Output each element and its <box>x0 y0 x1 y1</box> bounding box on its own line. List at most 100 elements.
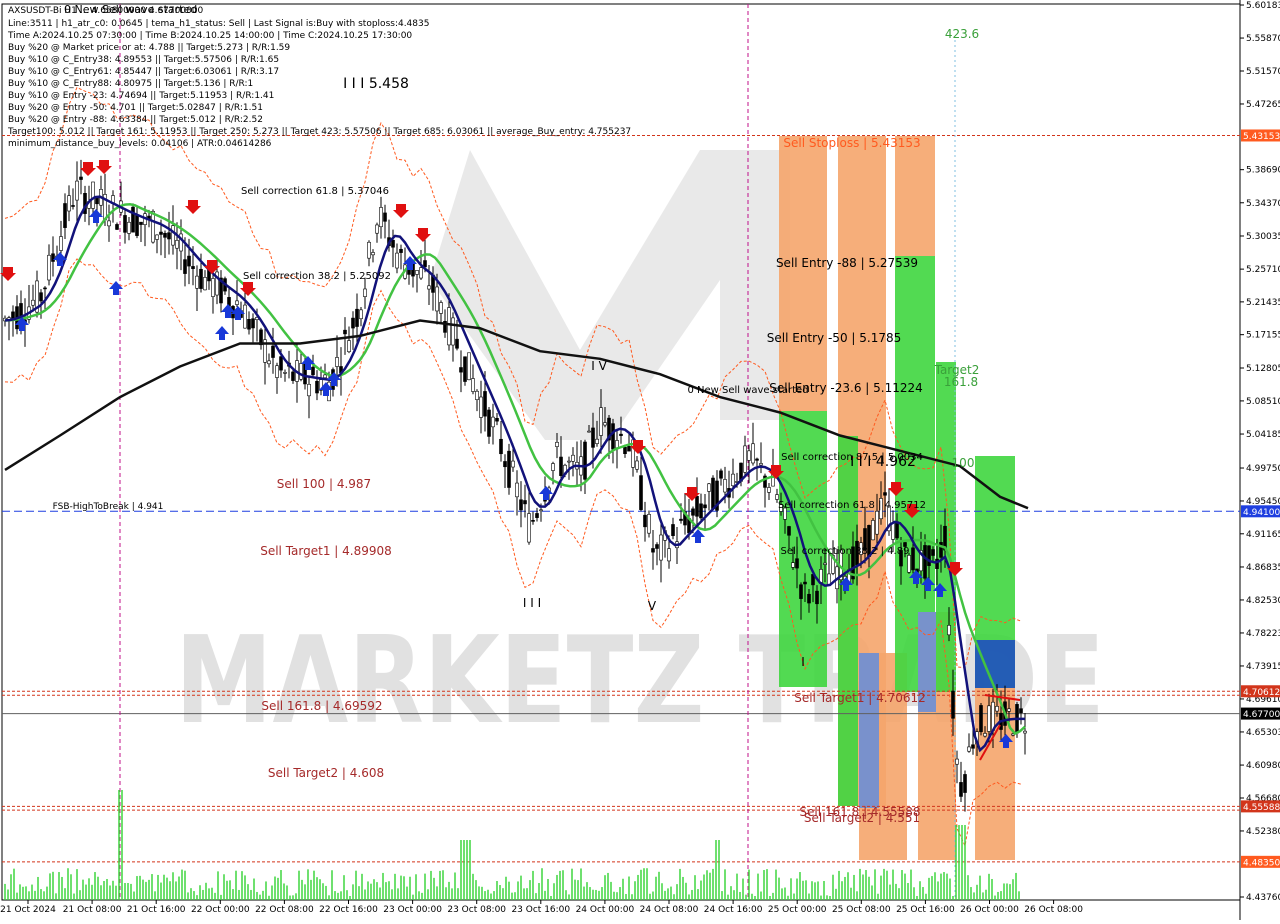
candle-body <box>423 260 427 268</box>
candle-body <box>275 365 279 378</box>
candle-body <box>459 367 463 373</box>
candle-body <box>883 492 887 496</box>
price-tag-label: 4.67700 <box>1243 710 1280 720</box>
y-tick-label: 5.60183 <box>1246 1 1280 11</box>
candle-body <box>875 510 879 535</box>
chart-annotation: Sell Entry -50 | 5.1785 <box>767 331 901 345</box>
candle-body <box>635 460 639 470</box>
candle-body <box>171 225 175 246</box>
y-tick-label: 5.34370 <box>1246 199 1280 209</box>
candle-body <box>499 438 503 455</box>
chart-annotation: 423.6 <box>945 27 979 41</box>
price-tag-label: 4.70612 <box>1243 688 1280 698</box>
x-tick-label: 25 Oct 00:00 <box>768 905 827 915</box>
y-tick-label: 5.04185 <box>1246 430 1280 440</box>
candle-body <box>247 319 251 330</box>
y-tick-label: 4.86835 <box>1246 563 1280 573</box>
candle <box>467 352 471 381</box>
candle-body <box>351 317 355 329</box>
x-tick-label: 26 Oct 00:00 <box>960 905 1019 915</box>
candle-body <box>539 509 543 512</box>
y-tick-label: 5.30035 <box>1246 232 1280 242</box>
candle-body <box>559 456 563 476</box>
candle-body <box>603 422 607 426</box>
candle-body <box>1023 730 1027 734</box>
candle-body <box>807 593 811 604</box>
candle-body <box>279 356 283 371</box>
price-tag-label: 4.48350 <box>1243 858 1280 868</box>
candle-body <box>467 352 471 381</box>
candle-body <box>59 236 63 251</box>
candle-body <box>243 304 247 329</box>
y-tick-label: 4.60980 <box>1246 761 1280 771</box>
candle-body <box>51 253 55 262</box>
x-tick-label: 24 Oct 08:00 <box>640 905 699 915</box>
candle <box>131 203 135 233</box>
chart-canvas[interactable]: MARKETZ TRADE423.6I I I 5.458Sell correc… <box>0 0 1280 920</box>
candle-body <box>507 450 511 488</box>
candle-body <box>519 499 523 511</box>
candle-body <box>699 503 703 519</box>
candle-body <box>63 203 67 228</box>
candle-body <box>679 518 683 521</box>
candle-body <box>191 266 195 269</box>
y-tick-label: 5.55870 <box>1246 34 1280 44</box>
candle-body <box>703 504 707 509</box>
chart-annotation: Sell Target1 | 4.89908 <box>260 544 392 558</box>
candle-body <box>959 782 963 797</box>
x-tick-label: 24 Oct 00:00 <box>576 905 635 915</box>
candle <box>647 510 651 538</box>
price-tag-label: 5.43153 <box>1243 132 1280 142</box>
trading-chart[interactable]: MARKETZ TRADE 423.6 I I I 5.458 Sell correc… <box>0 0 1280 920</box>
x-tick-label: 25 Oct 08:00 <box>832 905 891 915</box>
x-tick-label: 21 Oct 16:00 <box>127 905 186 915</box>
y-tick-label: 4.99750 <box>1246 464 1280 474</box>
candle-body <box>555 441 559 447</box>
chart-annotation: 161.8 <box>944 375 978 389</box>
candle-body <box>599 407 603 436</box>
y-tick-label: 5.51570 <box>1246 67 1280 77</box>
x-tick-label: 23 Oct 08:00 <box>447 905 506 915</box>
candle-body <box>11 311 15 319</box>
candle-body <box>755 458 759 461</box>
x-axis: 21 Oct 2024 21 Oct 08:00 21 Oct 16:00 22 Oc… <box>0 900 1083 915</box>
chart-annotation: I I I 4.962 <box>850 454 916 470</box>
candle-body <box>747 450 751 461</box>
candle-body <box>615 440 619 449</box>
x-tick-label: 24 Oct 16:00 <box>704 905 763 915</box>
candle-body <box>203 277 207 291</box>
candle-body <box>955 758 959 765</box>
chart-annotation: I <box>801 655 805 669</box>
candle-body <box>235 300 239 305</box>
candle-body <box>611 423 615 450</box>
info-line: Time A:2024.10.25 07:30:00 | Time B:2024… <box>7 31 412 41</box>
y-tick-label: 5.21435 <box>1246 298 1280 308</box>
candle-body <box>951 690 955 719</box>
candle-body <box>619 433 623 436</box>
x-tick-label: 26 Oct 08:00 <box>1024 905 1083 915</box>
candle-body <box>495 417 499 422</box>
candle-body <box>567 460 571 463</box>
candle-body <box>123 215 127 233</box>
chart-annotation: Sell correction 61.8 | 5.37046 <box>241 186 389 197</box>
candle-body <box>1019 708 1023 713</box>
candle-body <box>479 396 483 418</box>
chart-annotation: I I I 5.458 <box>343 76 409 92</box>
candle-body <box>407 269 411 275</box>
candle-body <box>639 475 643 510</box>
candle-body <box>75 180 79 201</box>
candle-body <box>743 445 747 473</box>
candle-body <box>211 278 215 297</box>
candle-body <box>311 366 315 376</box>
y-tick-label: 5.38690 <box>1246 166 1280 176</box>
candle-body <box>655 544 659 549</box>
candle-body <box>367 241 371 259</box>
candle-body <box>363 288 367 297</box>
candle-body <box>375 224 379 234</box>
candle-body <box>995 706 999 712</box>
candle-body <box>511 460 515 468</box>
price-tag-label: 4.55588 <box>1243 803 1280 813</box>
candle-body <box>195 275 199 289</box>
candle-body <box>251 318 255 329</box>
candle-body <box>503 461 507 468</box>
